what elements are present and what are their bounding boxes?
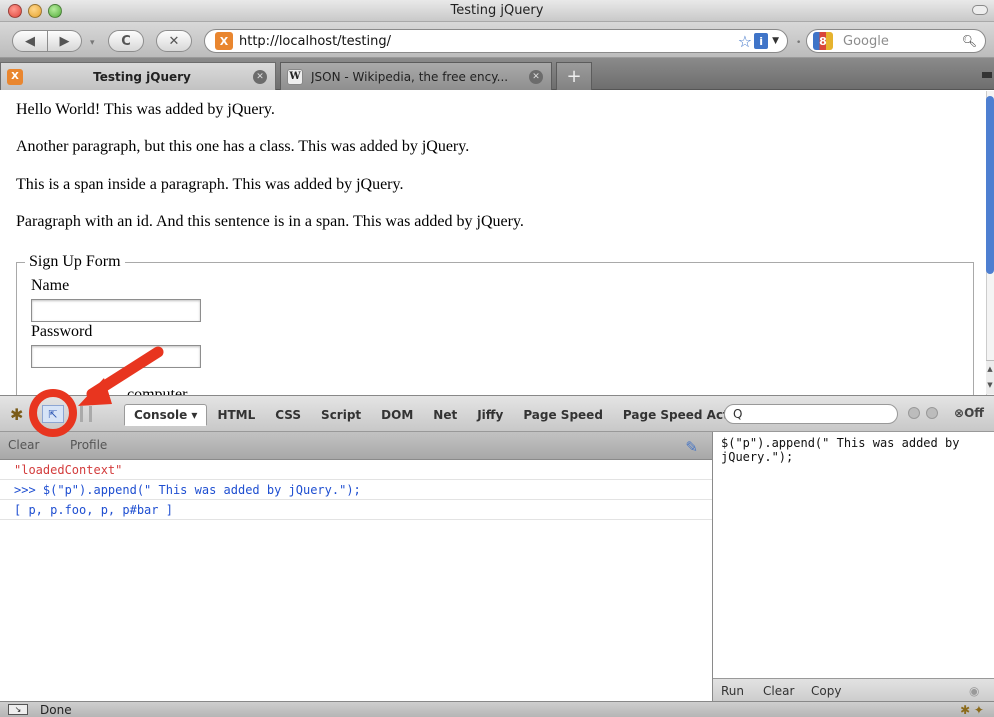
window-title: Testing jQuery <box>450 3 544 18</box>
console-line[interactable]: [ p, p.foo, p, p#bar ] <box>0 500 712 520</box>
tab-list-menu-icon[interactable] <box>982 72 992 78</box>
name-label: Name <box>31 277 70 294</box>
site-info-icon[interactable]: i <box>754 33 769 49</box>
paragraph-class-foo: Another paragraph, but this one has a cl… <box>16 138 470 155</box>
back-arrow-icon: ◀ <box>25 33 35 49</box>
tab-page-speed[interactable]: Page Speed <box>513 404 613 426</box>
toolbar-toggle-button[interactable] <box>972 5 988 15</box>
page-content: Hello World! This was added by jQuery. A… <box>0 91 986 395</box>
tab-jiffy[interactable]: Jiffy <box>467 404 513 426</box>
tab-net[interactable]: Net <box>423 404 467 426</box>
tab-script[interactable]: Script <box>311 404 371 426</box>
fieldset-legend: Sign Up Form <box>25 253 125 271</box>
run-button[interactable]: Run <box>721 684 744 698</box>
partial-label: computer <box>127 386 188 395</box>
tab-label: Testing jQuery <box>93 69 191 84</box>
tab-html[interactable]: HTML <box>207 404 265 426</box>
firebug-bug-icon[interactable]: ✱ <box>10 405 23 424</box>
url-dropdown-icon[interactable]: ▼ <box>772 36 779 46</box>
tab-bar: X Testing jQuery ✕ W JSON - Wikipedia, t… <box>0 58 994 90</box>
reload-button[interactable]: C <box>108 30 144 52</box>
firebug-panel-tabs: Console ▾ HTML CSS Script DOM Net Jiffy … <box>124 404 768 426</box>
console-broom-icon[interactable]: ✎ <box>685 438 698 456</box>
url-text[interactable]: http://localhost/testing/ <box>239 34 738 49</box>
firebug-off-label: Off <box>964 406 984 420</box>
page-scroll-thumb[interactable] <box>986 96 994 274</box>
tab-css[interactable]: CSS <box>265 404 311 426</box>
reload-icon: C <box>121 33 131 49</box>
stop-icon: ✕ <box>168 33 180 49</box>
stop-button[interactable]: ✕ <box>156 30 192 52</box>
firebug-toolbar: ✱ ⇱ Console ▾ HTML CSS Script DOM Net Ji… <box>0 395 994 432</box>
inspect-cursor-icon: ⇱ <box>48 407 58 421</box>
tab-close-icon[interactable]: ✕ <box>529 69 543 84</box>
tab-console[interactable]: Console ▾ <box>124 404 208 426</box>
separator-dot: • <box>796 38 802 48</box>
search-bar[interactable]: 8 Google 🔍︎ <box>806 29 986 53</box>
status-text: Done <box>40 703 72 717</box>
inspect-element-button[interactable]: ⇱ <box>42 405 64 423</box>
console-output: "loadedContext" >>> $("p").append(" This… <box>0 460 712 701</box>
firebug-detach-icon[interactable] <box>926 407 938 419</box>
password-label: Password <box>31 323 93 340</box>
paragraph-span: This is a span inside a paragraph. This … <box>16 176 404 193</box>
console-profile-button[interactable]: Profile <box>70 438 107 452</box>
name-field[interactable] <box>31 299 201 322</box>
firebug-close-icon: ⊗ <box>954 406 965 420</box>
history-dropdown-icon[interactable]: ▾ <box>90 38 95 48</box>
status-bar: ↘ Done ✱ ✦ <box>0 701 994 717</box>
back-button[interactable]: ◀ <box>12 30 48 52</box>
search-engine-icon[interactable]: 8 <box>813 32 833 50</box>
status-firebug-icon[interactable]: ✱ ✦ <box>960 703 984 717</box>
pause-icon[interactable] <box>80 406 92 422</box>
wikipedia-favicon-icon: W <box>287 68 303 85</box>
tab-close-icon[interactable]: ✕ <box>253 69 267 84</box>
scroll-arrows[interactable]: ▲ ▼ <box>986 360 994 394</box>
tab-testing-jquery[interactable]: X Testing jQuery ✕ <box>0 62 276 90</box>
signup-fieldset: Sign Up Form Name Password computer <box>16 253 974 395</box>
command-editor-toolbar: Run Clear Copy ◉ <box>713 678 994 701</box>
console-clear-button[interactable]: Clear <box>8 438 39 452</box>
site-favicon-icon: X <box>215 32 233 50</box>
forward-arrow-icon: ▶ <box>59 33 70 49</box>
search-icon[interactable]: 🔍︎ <box>962 34 977 48</box>
tab-label: JSON - Wikipedia, the free ency... <box>311 69 509 84</box>
tab-favicon-icon: X <box>7 68 23 85</box>
tab-json-wikipedia[interactable]: W JSON - Wikipedia, the free ency... ✕ <box>280 62 552 90</box>
editor-options-icon[interactable]: ◉ <box>969 684 979 698</box>
search-input[interactable]: Google <box>843 34 962 49</box>
paragraph-id-bar: Paragraph with an id. And this sentence … <box>16 213 524 230</box>
editor-clear-button[interactable]: Clear <box>763 684 794 698</box>
console-subbar: Clear Profile ✎ <box>0 432 712 460</box>
firebug-search-input[interactable]: Q <box>724 404 898 424</box>
tab-dom[interactable]: DOM <box>371 404 423 426</box>
firebug-off-button[interactable]: ⊗Off <box>954 406 984 420</box>
window-titlebar: Testing jQuery <box>0 0 994 22</box>
forward-button[interactable]: ▶ <box>48 30 82 52</box>
address-bar[interactable]: X http://localhost/testing/ ☆ i ▼ <box>204 29 788 53</box>
status-resize-icon: ↘ <box>8 704 28 715</box>
paragraph-hello: Hello World! This was added by jQuery. <box>16 101 275 118</box>
command-editor[interactable]: $("p").append(" This was added by jQuery… <box>713 432 994 678</box>
firebug-minimize-icon[interactable] <box>908 407 920 419</box>
new-tab-button[interactable]: + <box>556 62 592 90</box>
bookmark-star-icon[interactable]: ☆ <box>738 32 752 51</box>
copy-button[interactable]: Copy <box>811 684 841 698</box>
navigation-toolbar: ◀ ▶ ▾ C ✕ X http://localhost/testing/ ☆ … <box>0 22 994 58</box>
console-line: >>> $("p").append(" This was added by jQ… <box>0 480 712 500</box>
console-line: "loadedContext" <box>0 460 712 480</box>
password-field[interactable] <box>31 345 201 368</box>
